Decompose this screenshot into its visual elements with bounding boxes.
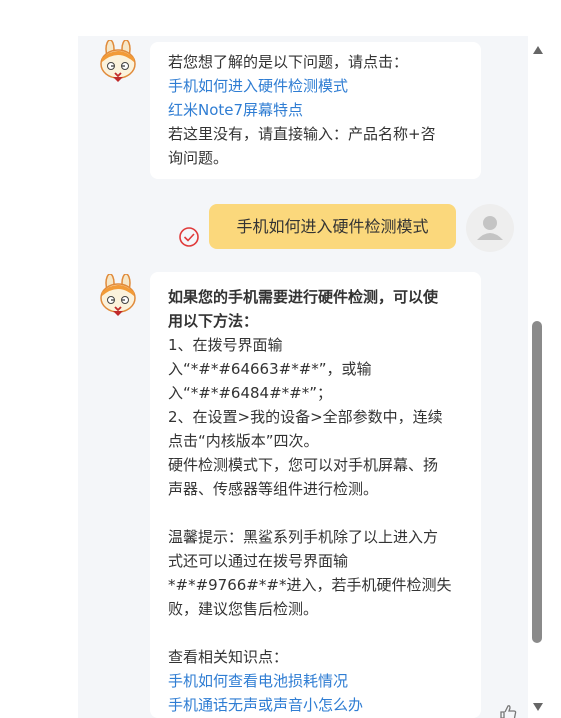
bot-message-bubble: 如果您的手机需要进行硬件检测，可以使 用以下方法： 1、在拨号界面输 入“*#*… <box>150 272 481 718</box>
message-text: 声器、传感器等组件进行检测。 <box>168 480 379 498</box>
related-link[interactable]: 手机通话无声或声音小怎么办 <box>168 693 463 717</box>
scrollbar-thumb[interactable] <box>532 321 542 643</box>
default-user-icon <box>477 216 503 240</box>
message-text: 败，建议您售后检测。 <box>168 600 319 618</box>
message-text: 式还可以通过在拨号界面输 <box>168 552 349 570</box>
message-text: 用以下方法： <box>168 312 259 330</box>
message-text: 查看相关知识点： <box>168 648 289 666</box>
message-text: 2、在设置>我的设备>全部参数中，连续 <box>168 408 443 426</box>
message-text: 如果您的手机需要进行硬件检测，可以使 <box>168 288 439 306</box>
scroll-down-arrow-icon[interactable] <box>533 703 543 711</box>
suggestion-link[interactable]: 红米Note7屏幕特点 <box>168 98 463 122</box>
thumbs-up-icon[interactable] <box>498 704 518 718</box>
message-text: 若这里没有，请直接输入：产品名称+咨 <box>168 125 436 143</box>
message-text: 询问题。 <box>168 149 229 167</box>
user-avatar <box>466 204 514 252</box>
bot-message-bubble: 若您想了解的是以下问题，请点击： 手机如何进入硬件检测模式 红米Note7屏幕特… <box>150 42 481 179</box>
scroll-up-arrow-icon[interactable] <box>533 46 543 54</box>
suggestion-link[interactable]: 手机如何进入硬件检测模式 <box>168 74 463 98</box>
mitu-bunny-icon <box>100 40 136 82</box>
message-text: 温馨提示：黑鲨系列手机除了以上进入方 <box>168 528 439 546</box>
message-text: 1、在拨号界面输 <box>168 336 283 354</box>
message-text: 若您想了解的是以下问题，请点击： <box>168 53 409 71</box>
message-text: 入“*#*#64663#*#*”，或输 <box>168 360 372 378</box>
message-text: 点击“内核版本”四次。 <box>168 432 319 450</box>
mitu-bunny-icon <box>100 274 136 316</box>
related-link[interactable]: 手机如何查看电池损耗情况 <box>168 669 463 693</box>
message-text: 入“*#*#6484#*#*”； <box>168 384 332 402</box>
check-circle-icon <box>179 227 199 247</box>
user-message-bubble: 手机如何进入硬件检测模式 <box>209 204 456 249</box>
scrollbar[interactable] <box>529 36 546 718</box>
message-text: *#*#9766#*#*进入，若手机硬件检测失 <box>168 576 452 594</box>
message-text: 硬件检测模式下，您可以对手机屏幕、扬 <box>168 456 439 474</box>
